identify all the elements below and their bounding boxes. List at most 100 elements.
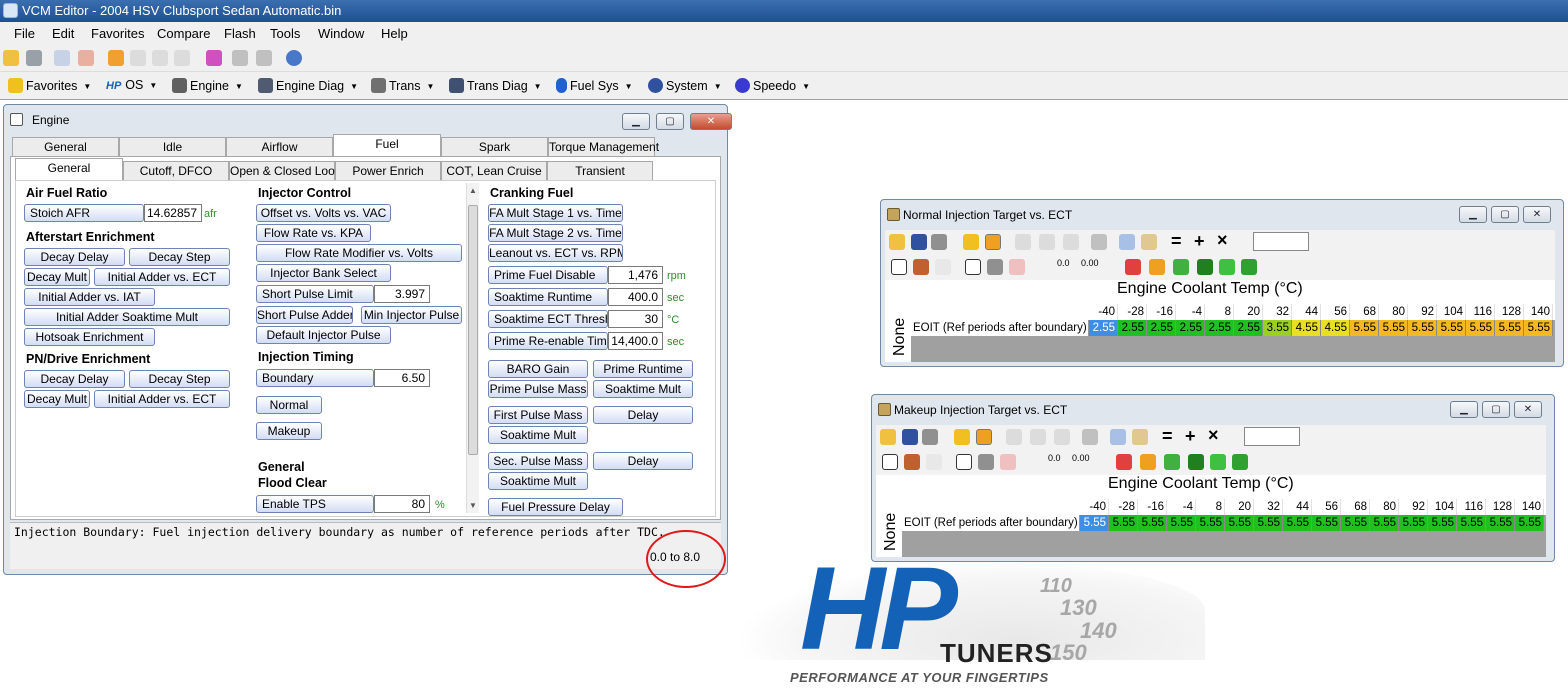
graph-icon[interactable] (1000, 454, 1016, 470)
soaktime-mult-button[interactable]: Soaktime Mult (593, 380, 693, 398)
open-icon[interactable] (3, 50, 19, 66)
nav-os[interactable]: HP OS ▼ (106, 78, 157, 92)
pn-decay-mult-button[interactable]: Decay Mult (24, 390, 90, 408)
soaktime-runtime-button[interactable]: Soaktime Runtime (488, 288, 608, 306)
copy-icon[interactable] (130, 50, 146, 66)
table-cell[interactable]: 2.55 (1205, 320, 1234, 336)
grid-c-icon[interactable] (1063, 234, 1079, 250)
nav-favorites[interactable]: Favorites ▼ (8, 78, 91, 93)
color-icon-1[interactable] (1125, 259, 1141, 275)
favorite-add-icon[interactable] (963, 234, 979, 250)
scrollbar-thumb[interactable] (468, 205, 478, 455)
table-view-icon[interactable] (882, 454, 898, 470)
multiply-button[interactable]: × (1217, 230, 1228, 251)
graph-icon[interactable] (1009, 259, 1025, 275)
close-button[interactable]: ✕ (1514, 401, 1542, 418)
soaktime-runtime-value[interactable]: 400.0 (608, 288, 663, 306)
initial-adder-soaktime-mult-button[interactable]: Initial Adder Soaktime Mult (24, 308, 230, 326)
table-grid-icon[interactable] (956, 454, 972, 470)
table-cell[interactable]: 5.55 (1080, 515, 1109, 531)
new-icon[interactable] (108, 50, 124, 66)
scrollbar[interactable]: ▲ ▼ (466, 183, 479, 513)
table-cell[interactable]: 5.55 (1379, 320, 1408, 336)
grid-b-icon[interactable] (1039, 234, 1055, 250)
decay-mult-button[interactable]: Decay Mult (24, 268, 90, 286)
menu-window[interactable]: Window (318, 26, 364, 41)
plus-button[interactable]: + (1185, 426, 1196, 447)
grid-a-icon[interactable] (1015, 234, 1031, 250)
favorite-remove-icon[interactable] (976, 429, 992, 445)
soaktime-ect-thresh-value[interactable]: 30 (608, 310, 663, 328)
boundary-button[interactable]: Boundary (256, 369, 374, 387)
tab-airflow[interactable]: Airflow (226, 137, 333, 157)
paste-icon[interactable] (152, 50, 168, 66)
equals-button[interactable]: = (1162, 426, 1173, 447)
tab-fuel[interactable]: Fuel (333, 134, 441, 156)
table-cell[interactable]: 5.55 (1350, 320, 1379, 336)
prime-pulse-mass-button[interactable]: Prime Pulse Mass (488, 380, 588, 398)
fa-mult-stage1-button[interactable]: FA Mult Stage 1 vs. Time (488, 204, 623, 222)
axis-view-icon[interactable] (935, 259, 951, 275)
color-icon-3[interactable] (1164, 454, 1180, 470)
fuel-pressure-delay-button[interactable]: Fuel Pressure Delay (488, 498, 623, 516)
nav-fuel-sys[interactable]: Fuel Sys ▼ (556, 78, 633, 93)
menu-edit[interactable]: Edit (52, 26, 74, 41)
fill-icon[interactable] (1219, 259, 1235, 275)
table-cell[interactable]: 5.55 (1138, 515, 1167, 531)
first-pulse-soaktime-mult-button[interactable]: Soaktime Mult (488, 426, 588, 444)
table-cell[interactable]: 5.55 (1495, 320, 1524, 336)
nav-system[interactable]: System ▼ (648, 78, 722, 93)
injector-bank-select-button[interactable]: Injector Bank Select (256, 264, 391, 282)
wrench-icon[interactable] (232, 50, 248, 66)
info-icon[interactable] (286, 50, 302, 66)
table-cell[interactable]: 5.55 (1312, 515, 1341, 531)
close-button[interactable]: ✕ (1523, 206, 1551, 223)
sec-pulse-mass-button[interactable]: Sec. Pulse Mass (488, 452, 588, 470)
grid-b-icon[interactable] (1030, 429, 1046, 445)
save-icon[interactable] (902, 429, 918, 445)
plus-button[interactable]: + (1194, 231, 1205, 252)
print-icon[interactable] (931, 234, 947, 250)
sec-pulse-delay-button[interactable]: Delay (593, 452, 693, 470)
table-cell[interactable]: 4.55 (1292, 320, 1321, 336)
subtab-cot-lean-cruise[interactable]: COT, Lean Cruise (441, 161, 547, 181)
nav-trans[interactable]: Trans ▼ (371, 78, 434, 93)
default-injector-pulse-button[interactable]: Default Injector Pulse (256, 326, 391, 344)
menu-help[interactable]: Help (381, 26, 408, 41)
nav-trans-diag[interactable]: Trans Diag ▼ (449, 78, 542, 93)
copy-icon[interactable] (1110, 429, 1126, 445)
maximize-button[interactable]: ▢ (1491, 206, 1519, 223)
subtab-transient[interactable]: Transient (547, 161, 653, 181)
scroll-down-icon[interactable]: ▼ (469, 501, 477, 510)
subtab-power-enrich[interactable]: Power Enrich (335, 161, 441, 181)
flow-rate-vs-kpa-button[interactable]: Flow Rate vs. KPA (256, 224, 371, 242)
range-icon[interactable] (1241, 259, 1257, 275)
table-grid-icon[interactable] (965, 259, 981, 275)
undo-icon[interactable] (1082, 429, 1098, 445)
print-icon[interactable] (922, 429, 938, 445)
hotsoak-enrichment-button[interactable]: Hotsoak Enrichment (24, 328, 155, 346)
tab-spark[interactable]: Spark (441, 137, 548, 157)
table-cell[interactable]: 5.55 (1109, 515, 1138, 531)
offset-vs-volts-vac-button[interactable]: Offset vs. Volts vs. VAC (256, 204, 391, 222)
minimize-button[interactable]: ▁ (1450, 401, 1478, 418)
pn-initial-adder-ect-button[interactable]: Initial Adder vs. ECT (94, 390, 230, 408)
color-icon-1[interactable] (1116, 454, 1132, 470)
table-cell[interactable]: 2.55 (1118, 320, 1147, 336)
table-cell[interactable]: 2.55 (1176, 320, 1205, 336)
decay-delay-button[interactable]: Decay Delay (24, 248, 125, 266)
initial-adder-ect-button[interactable]: Initial Adder vs. ECT (94, 268, 230, 286)
first-pulse-mass-button[interactable]: First Pulse Mass (488, 406, 588, 424)
chart-view-icon[interactable] (913, 259, 929, 275)
table-cell[interactable]: 5.55 (1437, 320, 1466, 336)
boundary-value[interactable]: 6.50 (374, 369, 430, 387)
decimal-increase-button[interactable]: 0.00 (1072, 453, 1090, 463)
soaktime-ect-thresh-button[interactable]: Soaktime ECT Thresh (488, 310, 608, 328)
maximize-button[interactable]: ▢ (1482, 401, 1510, 418)
table-cell[interactable]: 5.55 (1283, 515, 1312, 531)
table-cell[interactable]: 2.55 (1234, 320, 1263, 336)
short-pulse-limit-value[interactable]: 3.997 (374, 285, 430, 303)
sec-pulse-soaktime-mult-button[interactable]: Soaktime Mult (488, 472, 588, 490)
select-icon[interactable] (1188, 454, 1204, 470)
scroll-up-icon[interactable]: ▲ (469, 186, 477, 195)
